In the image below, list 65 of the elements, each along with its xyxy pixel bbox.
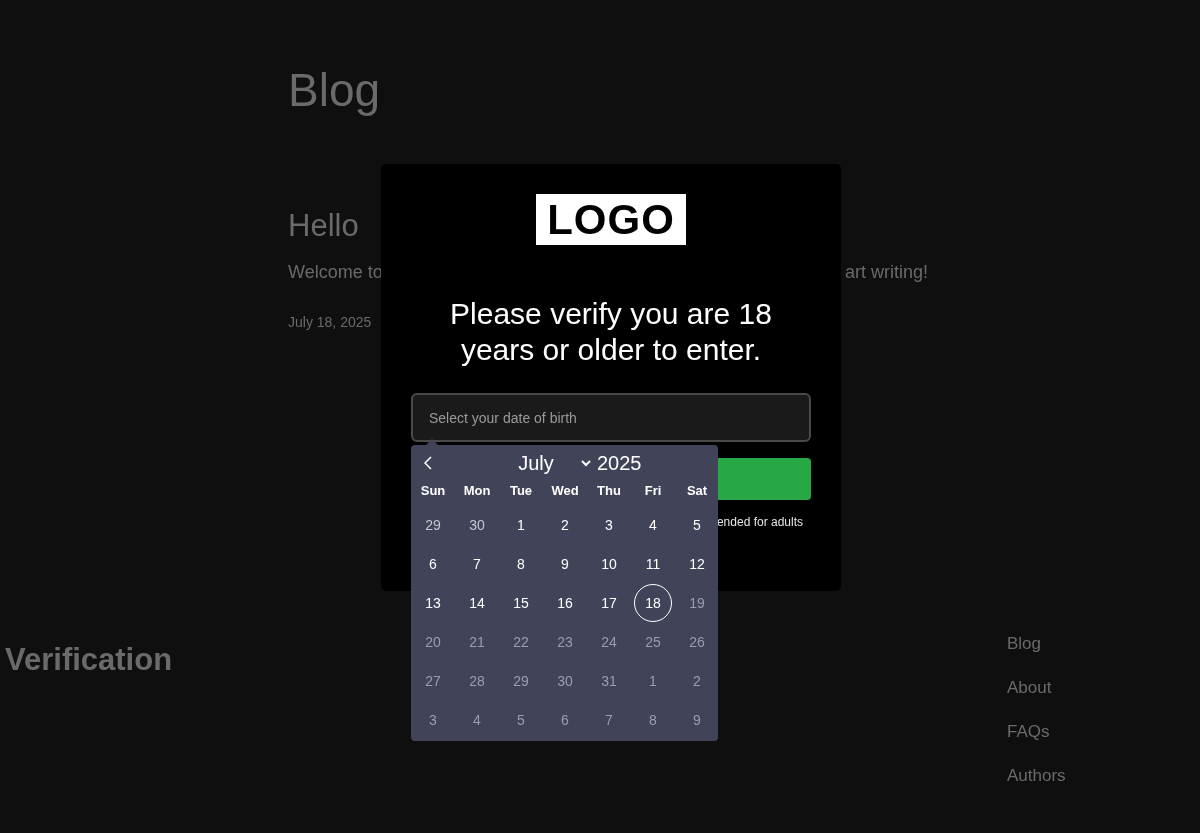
calendar-day: 6	[546, 700, 584, 739]
calendar-day[interactable]: 12	[678, 544, 716, 583]
calendar-day[interactable]: 30	[458, 505, 496, 544]
calendar-day: 25	[634, 622, 672, 661]
previous-month-button[interactable]	[421, 455, 435, 471]
calendar-day[interactable]: 16	[546, 583, 584, 622]
calendar-day[interactable]: 17	[590, 583, 628, 622]
calendar-day: 27	[414, 661, 452, 700]
calendar-day: 4	[458, 700, 496, 739]
calendar-day: 19	[678, 583, 716, 622]
calendar-day: 5	[502, 700, 540, 739]
calendar-day[interactable]: 3	[590, 505, 628, 544]
modal-heading: Please verify you are 18 years or older to enter.	[449, 296, 773, 368]
calendar-day: 31	[590, 661, 628, 700]
calendar-day[interactable]: 29	[414, 505, 452, 544]
calendar-day[interactable]: 7	[458, 544, 496, 583]
weekday-label: Thu	[597, 482, 621, 498]
chevron-down-icon	[581, 459, 591, 467]
post-title: Hello	[288, 207, 359, 245]
calendar-day[interactable]: 15	[502, 583, 540, 622]
calendar-day: 30	[546, 661, 584, 700]
month-select[interactable]: July	[499, 451, 591, 475]
calendar-day: 21	[458, 622, 496, 661]
calendar-day[interactable]: 13	[414, 583, 452, 622]
page-title: Blog	[288, 63, 382, 118]
calendar-day: 1	[634, 661, 672, 700]
site-title: Verification	[5, 642, 173, 679]
weekday-label: Sat	[686, 482, 708, 498]
calendar-day: 20	[414, 622, 452, 661]
weekday-label: Tue	[509, 482, 533, 498]
nav-link[interactable]: Blog	[1007, 633, 1042, 655]
calendar-day[interactable]: 14	[458, 583, 496, 622]
date-of-birth-field[interactable]: Select your date of birth	[411, 393, 811, 442]
weekday-label: Sun	[420, 482, 446, 498]
nav-link[interactable]: FAQs	[1007, 721, 1050, 743]
calendar-day: 2	[678, 661, 716, 700]
calendar-day[interactable]: 1	[502, 505, 540, 544]
calendar-day[interactable]: 8	[502, 544, 540, 583]
calendar-day[interactable]: 5	[678, 505, 716, 544]
calendar-day: 22	[502, 622, 540, 661]
calendar-day: 24	[590, 622, 628, 661]
calendar-day[interactable]: 6	[414, 544, 452, 583]
calendar-day[interactable]: 2	[546, 505, 584, 544]
calendar-day: 7	[590, 700, 628, 739]
calendar-day[interactable]: 9	[546, 544, 584, 583]
nav-link[interactable]: Authors	[1007, 765, 1066, 787]
disclaimer-text: ended for adults	[716, 514, 803, 530]
calendar-day[interactable]: 11	[634, 544, 672, 583]
calendar-day: 3	[414, 700, 452, 739]
logo: LOGO	[536, 194, 686, 245]
nav-link[interactable]: About	[1007, 677, 1052, 699]
weekday-label: Fri	[644, 482, 662, 498]
weekday-label: Mon	[463, 482, 491, 498]
calendar-day: 23	[546, 622, 584, 661]
calendar-day[interactable]: 10	[590, 544, 628, 583]
calendar-day: 9	[678, 700, 716, 739]
post-date: July 18, 2025	[288, 314, 372, 330]
calendar-day: 8	[634, 700, 672, 739]
weekday-label: Wed	[551, 482, 579, 498]
calendar-day: 28	[458, 661, 496, 700]
year-field[interactable]: 2025	[597, 451, 642, 475]
calendar-day: 26	[678, 622, 716, 661]
calendar-day: 29	[502, 661, 540, 700]
post-excerpt: art writing!	[844, 261, 928, 284]
calendar-day[interactable]: 4	[634, 505, 672, 544]
